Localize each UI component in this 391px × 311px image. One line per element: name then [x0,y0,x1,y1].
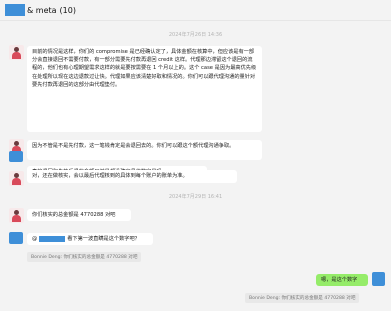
mention-prefix: @ [32,236,38,242]
timestamp: 2024年7月26日 14:36 [168,32,223,38]
chat-title: & meta [27,5,57,15]
redacted-name-block [5,4,25,16]
message-bubble: @ 看下第一波直瞒是这个数字吧？ [27,233,153,245]
redacted-mention [39,235,66,242]
chat-title-bar: & meta (10) [0,0,391,21]
timestamp: 2024年7月29日 16:41 [168,194,223,200]
message-text: 看下第一波直瞒是这个数字吧？ [67,236,140,242]
message-bubble: 因为不管是不是先付款，这一笔钱肯定是会退回去的。你们可以跟这个额代理沟通争取。 [27,140,262,160]
self-message-bubble: 嗯，是这个数字 [316,274,368,286]
message-bubble: 目前的情况是这样，你们的 compromise 是已经确认定了，具体金额在核算中… [27,46,262,132]
avatar-redacted[interactable] [9,151,23,162]
quoted-message[interactable]: Bonnie Deng: 你们核实的总金额是 4770288 对吧 [245,293,360,303]
message-bubble: 对，还在做核实，会以最后代理核到的具体到每个账户的账单为准。 [27,170,237,183]
avatar-redacted[interactable] [9,232,23,244]
quoted-message[interactable]: Bonnie Deng: 你们核实的总金额是 4770288 对吧 [27,252,142,262]
avatar-bonnie[interactable] [9,171,24,186]
avatar-bonnie[interactable] [9,208,24,223]
member-count: (10) [59,5,76,15]
avatar-self[interactable] [372,272,385,286]
message-bubble: 你们核实的总金额是 4770288 对吧 [27,209,131,221]
avatar-bonnie[interactable] [9,45,24,60]
